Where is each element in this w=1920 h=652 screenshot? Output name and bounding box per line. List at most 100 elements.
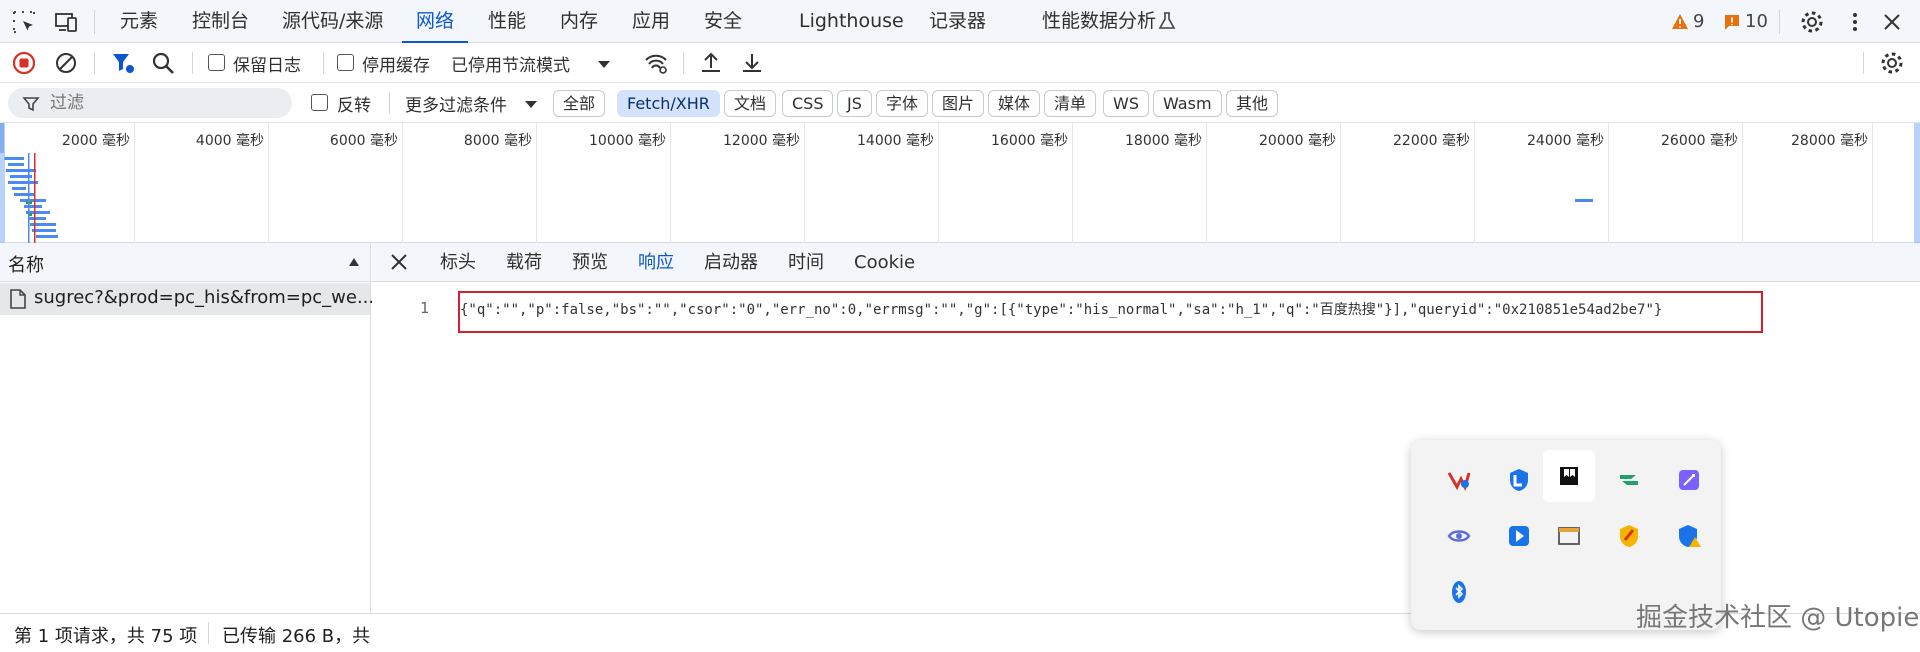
- tab-elements[interactable]: 元素: [120, 0, 158, 43]
- more-filters-dropdown[interactable]: 更多过滤条件: [405, 91, 507, 116]
- filter-input[interactable]: [8, 88, 292, 118]
- tab-memory[interactable]: 内存: [560, 0, 598, 43]
- chip-img[interactable]: 图片: [932, 90, 985, 117]
- warnings-count[interactable]: 9: [1693, 11, 1704, 32]
- transferred-size: 已传输 266 B，共: [222, 626, 371, 647]
- chip-wasm[interactable]: Wasm: [1153, 90, 1222, 117]
- tab-headers[interactable]: 标头: [440, 243, 476, 282]
- close-icon[interactable]: [1879, 9, 1905, 35]
- tick-label: 8000 毫秒: [463, 133, 532, 149]
- devtools-main-toolbar: 元素 控制台 源代码/来源 网络 性能 内存 应用 安全 Lighthouse …: [0, 0, 1920, 44]
- chip-css[interactable]: CSS: [782, 90, 834, 117]
- close-details-icon[interactable]: [390, 253, 408, 271]
- more-options-icon[interactable]: [1842, 9, 1868, 35]
- filter-bar: 反转 更多过滤条件 全部 Fetch/XHR 文档 CSS JS 字体 图片 媒…: [0, 83, 1920, 123]
- select-element-icon[interactable]: [11, 9, 37, 35]
- tab-response[interactable]: 响应: [638, 243, 674, 282]
- tab-network[interactable]: 网络: [401, 0, 469, 44]
- disable-cache-label: 停用缓存: [362, 56, 430, 76]
- tick-label: 20000 毫秒: [1259, 133, 1336, 149]
- defender-warning-tray-icon[interactable]: [1663, 510, 1715, 562]
- disable-cache-checkbox[interactable]: [337, 54, 354, 71]
- record-stop-icon[interactable]: [11, 50, 37, 76]
- eye-tray-icon[interactable]: [1433, 510, 1485, 562]
- chip-doc[interactable]: 文档: [724, 90, 777, 117]
- request-list-header[interactable]: 名称: [0, 243, 370, 282]
- document-icon: [10, 289, 26, 309]
- invert-label: 反转: [337, 96, 371, 116]
- tab-recorder[interactable]: 记录器: [929, 0, 986, 43]
- network-toolbar: 保留日志 停用缓存 已停用节流模式: [0, 43, 1920, 83]
- tab-console[interactable]: 控制台: [192, 0, 249, 43]
- tick-label: 24000 毫秒: [1527, 133, 1604, 149]
- network-conditions-icon[interactable]: [643, 50, 669, 76]
- filter-funnel-icon: [22, 95, 40, 113]
- chevron-down-icon[interactable]: [596, 56, 612, 72]
- antivirus-tray-icon[interactable]: [1603, 510, 1655, 562]
- tab-timing[interactable]: 时间: [788, 243, 824, 282]
- late-request-bar: [1575, 199, 1593, 202]
- waterfall-bars: [0, 123, 58, 243]
- chip-ws[interactable]: WS: [1103, 90, 1149, 117]
- response-line: 1 {"q":"","p":false,"bs":"","csor":"0","…: [372, 291, 1920, 333]
- pointer-tray-icon[interactable]: [1493, 510, 1545, 562]
- tab-lighthouse[interactable]: Lighthouse: [799, 0, 904, 43]
- request-row[interactable]: sugrec?&prod=pc_his&from=pc_we...: [0, 283, 374, 315]
- filter-icon[interactable]: [110, 50, 136, 76]
- export-har-icon[interactable]: [739, 50, 765, 76]
- tab-payload[interactable]: 载荷: [506, 243, 542, 282]
- clear-icon[interactable]: [53, 50, 79, 76]
- tab-cookies[interactable]: Cookie: [854, 243, 915, 282]
- tab-initiator[interactable]: 启动器: [704, 243, 758, 282]
- flask-icon: [1157, 11, 1177, 31]
- request-list: 名称 sugrec?&prod=pc_his&from=pc_we...: [0, 243, 374, 613]
- tick-label: 10000 毫秒: [589, 133, 666, 149]
- editor-tray-icon[interactable]: [1663, 454, 1715, 506]
- tick-label: 26000 毫秒: [1661, 133, 1738, 149]
- security-shield-tray-icon[interactable]: [1493, 454, 1545, 506]
- network-settings-gear-icon[interactable]: [1879, 50, 1905, 76]
- chip-manifest[interactable]: 清单: [1044, 90, 1097, 117]
- watermark: 掘金技术社区 @ Utopie: [1636, 603, 1920, 633]
- line-number: 1: [420, 299, 430, 317]
- chip-all[interactable]: 全部: [553, 90, 606, 117]
- device-toolbar-icon[interactable]: [53, 9, 79, 35]
- tab-performance[interactable]: 性能: [488, 0, 526, 43]
- issues-icon[interactable]: [1723, 13, 1741, 31]
- chip-fetch-xhr[interactable]: Fetch/XHR: [617, 90, 720, 117]
- column-name-header[interactable]: 名称: [8, 251, 44, 277]
- preserve-log-checkbox[interactable]: [208, 54, 225, 71]
- tab-security[interactable]: 安全: [704, 0, 742, 43]
- tab-application[interactable]: 应用: [632, 0, 670, 43]
- chip-other[interactable]: 其他: [1226, 90, 1279, 117]
- settings-gear-icon[interactable]: [1799, 9, 1825, 35]
- chip-font[interactable]: 字体: [876, 90, 929, 117]
- tick-label: 22000 毫秒: [1393, 133, 1470, 149]
- request-name[interactable]: sugrec?&prod=pc_his&from=pc_we...: [34, 287, 374, 308]
- more-filters-chevron-icon[interactable]: [523, 96, 539, 112]
- search-icon[interactable]: [150, 50, 176, 76]
- throttling-select[interactable]: 已停用节流模式: [451, 51, 570, 76]
- tick-label: 4000 毫秒: [195, 133, 264, 149]
- chip-media[interactable]: 媒体: [988, 90, 1041, 117]
- tab-preview[interactable]: 预览: [572, 243, 608, 282]
- sort-ascending-icon[interactable]: [348, 257, 360, 267]
- tab-performance-insights[interactable]: 性能数据分析: [1042, 0, 1156, 43]
- timeline-overview[interactable]: 2000 毫秒 4000 毫秒 6000 毫秒 8000 毫秒 10000 毫秒…: [0, 123, 1920, 243]
- issues-count[interactable]: 10: [1745, 11, 1768, 32]
- chip-js[interactable]: JS: [837, 90, 872, 117]
- notes-tray-icon[interactable]: [1543, 450, 1595, 502]
- warning-icon[interactable]: [1671, 13, 1689, 31]
- tick-label: 12000 毫秒: [723, 133, 800, 149]
- request-count: 第 1 项请求，共 75 项: [14, 626, 198, 647]
- invert-checkbox[interactable]: [311, 94, 328, 111]
- tick-label: 6000 毫秒: [329, 133, 398, 149]
- app-tray-icon-1[interactable]: [1433, 454, 1485, 506]
- tab-sources[interactable]: 源代码/来源: [282, 0, 383, 43]
- bluetooth-tray-icon[interactable]: [1433, 566, 1485, 618]
- import-har-icon[interactable]: [698, 50, 724, 76]
- preserve-log-label: 保留日志: [233, 56, 301, 76]
- sync-tray-icon[interactable]: [1603, 454, 1655, 506]
- window-tray-icon[interactable]: [1543, 510, 1595, 562]
- tick-label: 18000 毫秒: [1125, 133, 1202, 149]
